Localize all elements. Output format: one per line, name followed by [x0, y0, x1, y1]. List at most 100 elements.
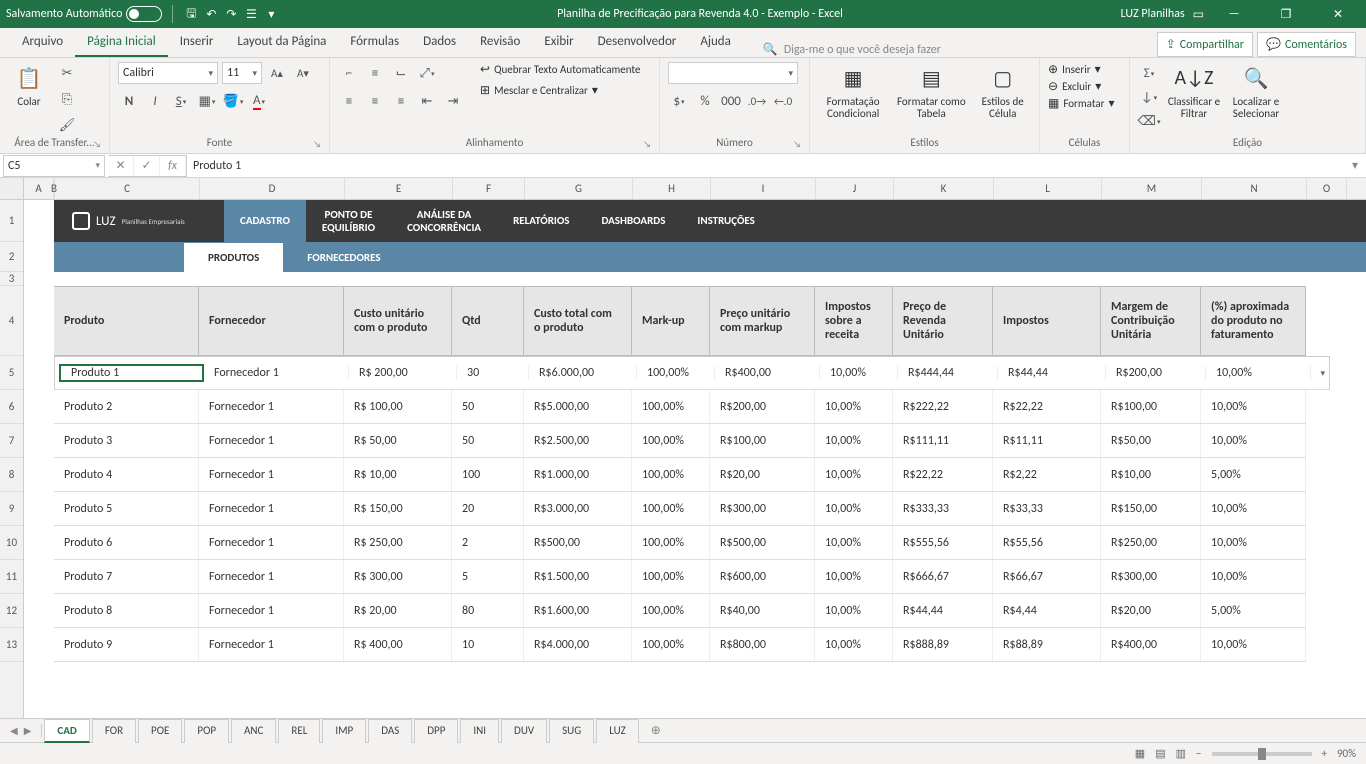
insert-cells-button[interactable]: ⊕Inserir▾ [1048, 62, 1101, 77]
row-header[interactable]: 9 [0, 492, 23, 526]
row-header[interactable]: 7 [0, 424, 23, 458]
row-header[interactable]: 13 [0, 628, 23, 662]
table-cell[interactable]: Fornecedor 1 [199, 560, 344, 593]
view-normal-icon[interactable]: ▦ [1135, 747, 1145, 760]
sheet-nav-next-icon[interactable]: ▶ [24, 724, 32, 737]
table-cell[interactable]: 50 [452, 424, 524, 457]
table-cell[interactable]: Produto 8 [54, 594, 199, 627]
subtab[interactable]: FORNECEDORES [283, 243, 404, 272]
dialog-launcher-icon[interactable]: ↘ [643, 139, 651, 150]
ribbon-tab[interactable]: Layout da Página [225, 28, 338, 57]
nav-item[interactable]: ANÁLISE DACONCORRÊNCIA [391, 200, 497, 242]
paste-button[interactable]: 📋Colar [8, 62, 50, 108]
ribbon-tab[interactable]: Exibir [532, 28, 585, 57]
align-center-icon[interactable]: ≡ [364, 90, 386, 112]
table-cell[interactable]: 10,00% [1201, 628, 1306, 661]
table-cell[interactable]: 50 [452, 390, 524, 423]
table-cell[interactable]: R$44,44 [893, 594, 993, 627]
table-header-cell[interactable]: Margem de Contribuição Unitária [1101, 287, 1201, 355]
redo-icon[interactable]: ↷ [223, 6, 239, 22]
select-all-corner[interactable] [0, 178, 23, 200]
table-cell[interactable]: R$10,00 [1101, 458, 1201, 491]
table-cell[interactable]: R$2,22 [993, 458, 1101, 491]
row-header[interactable]: 3 [0, 272, 23, 286]
table-cell[interactable]: Produto 2 [54, 390, 199, 423]
table-header-cell[interactable]: Qtd [452, 287, 524, 355]
share-button[interactable]: ⇪Compartilhar [1157, 32, 1253, 57]
subtab[interactable]: PRODUTOS [184, 243, 283, 272]
view-layout-icon[interactable]: ▤ [1155, 747, 1165, 760]
row-header[interactable]: 2 [0, 242, 23, 272]
table-header-cell[interactable]: Fornecedor [199, 287, 344, 355]
accounting-format-icon[interactable]: $▾ [668, 90, 690, 112]
ribbon-tab[interactable]: Revisão [468, 28, 532, 57]
dialog-launcher-icon[interactable]: ↘ [93, 139, 101, 150]
bold-icon[interactable]: N [118, 90, 140, 112]
table-cell[interactable]: R$40,00 [710, 594, 815, 627]
row-header[interactable]: 1 [0, 200, 23, 242]
minimize-button[interactable]: — [1212, 0, 1256, 28]
decrease-font-icon[interactable]: A▾ [292, 62, 314, 84]
table-cell[interactable]: R$44,44 [998, 366, 1106, 380]
conditional-formatting-button[interactable]: ▦Formatação Condicional [818, 62, 888, 120]
ribbon-tab[interactable]: Ajuda [688, 28, 743, 57]
sheet-tab[interactable]: CAD [44, 719, 89, 743]
table-cell[interactable]: R$20,00 [710, 458, 815, 491]
formula-input[interactable]: Produto 1 [187, 159, 1344, 173]
table-cell[interactable]: R$444,44 [898, 366, 998, 380]
underline-icon[interactable]: S▾ [170, 90, 192, 112]
maximize-button[interactable]: ❐ [1264, 0, 1308, 28]
table-cell[interactable]: R$1.500,00 [524, 560, 632, 593]
table-cell[interactable]: 100,00% [637, 366, 715, 380]
table-cell[interactable]: 10,00% [815, 424, 893, 457]
table-cell[interactable]: R$888,89 [893, 628, 993, 661]
row-header[interactable]: 8 [0, 458, 23, 492]
increase-font-icon[interactable]: A▴ [266, 62, 288, 84]
zoom-out-icon[interactable]: − [1196, 747, 1201, 760]
tell-me[interactable]: 🔍 Diga-me o que você deseja fazer [743, 42, 1157, 57]
table-cell[interactable]: R$20,00 [1101, 594, 1201, 627]
undo-icon[interactable]: ↶ [203, 6, 219, 22]
table-cell[interactable]: 10,00% [815, 560, 893, 593]
column-header[interactable]: J [816, 178, 894, 199]
table-cell[interactable]: R$200,00 [1106, 366, 1206, 380]
table-cell[interactable]: 100 [452, 458, 524, 491]
align-right-icon[interactable]: ≡ [390, 90, 412, 112]
table-cell[interactable]: 100,00% [632, 594, 710, 627]
sheet-tab[interactable]: LUZ [596, 719, 639, 743]
table-cell[interactable]: Fornecedor 1 [199, 458, 344, 491]
column-header[interactable]: E [345, 178, 453, 199]
sheet-nav-prev-icon[interactable]: ◀ [10, 724, 18, 737]
zoom-level[interactable]: 90% [1337, 747, 1356, 760]
table-cell[interactable]: 10,00% [815, 458, 893, 491]
align-left-icon[interactable]: ≡ [338, 90, 360, 112]
table-cell[interactable]: 30 [457, 366, 529, 380]
fx-icon[interactable]: fx [160, 156, 186, 176]
autosave-toggle[interactable] [126, 6, 162, 22]
column-header[interactable]: O [1307, 178, 1347, 199]
close-button[interactable]: ✕ [1316, 0, 1360, 28]
touch-mode-icon[interactable]: ☰ [243, 6, 259, 22]
table-cell[interactable]: R$ 250,00 [344, 526, 452, 559]
zoom-slider[interactable] [1212, 752, 1312, 756]
row-header[interactable]: 10 [0, 526, 23, 560]
table-cell[interactable]: 10,00% [815, 390, 893, 423]
table-cell[interactable]: Fornecedor 1 [199, 594, 344, 627]
sort-filter-button[interactable]: A↓ZClassificar e Filtrar [1166, 62, 1222, 120]
table-cell[interactable]: Fornecedor 1 [199, 492, 344, 525]
column-header[interactable]: A [24, 178, 54, 199]
table-cell[interactable]: Produto 7 [54, 560, 199, 593]
number-format-select[interactable] [668, 62, 798, 84]
table-cell[interactable]: Fornecedor 1 [199, 526, 344, 559]
sheet-tab[interactable]: POP [184, 719, 229, 743]
table-cell[interactable]: R$222,22 [893, 390, 993, 423]
table-cell[interactable]: R$1.000,00 [524, 458, 632, 491]
table-cell[interactable]: R$5.000,00 [524, 390, 632, 423]
sheet-tab[interactable]: DAS [368, 719, 412, 743]
table-cell[interactable]: R$100,00 [1101, 390, 1201, 423]
sheet-tab[interactable]: FOR [92, 719, 136, 743]
table-cell[interactable]: R$ 50,00 [344, 424, 452, 457]
table-cell[interactable]: R$111,11 [893, 424, 993, 457]
wrap-text-button[interactable]: ↩Quebrar Texto Automaticamente [480, 62, 640, 77]
table-cell[interactable]: Fornecedor 1 [199, 424, 344, 457]
